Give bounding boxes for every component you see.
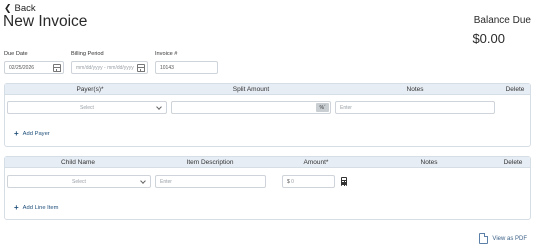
add-line-item-label: Add Line Item <box>22 204 59 211</box>
amount-input[interactable]: $ 0 <box>282 175 335 188</box>
item-description-input[interactable]: Enter <box>155 175 266 188</box>
view-as-pdf-link[interactable]: View as PDF <box>479 233 527 244</box>
percent-unit-label: % <box>319 104 324 111</box>
add-payer-button[interactable]: + Add Payer <box>14 129 50 138</box>
payer-select-placeholder: Select <box>80 104 94 111</box>
balance-due-value: $0.00 <box>472 31 505 46</box>
billing-period-label: Billing Period <box>71 51 104 57</box>
page-title: New Invoice <box>3 13 88 30</box>
column-header-child-name: Child Name <box>61 159 95 166</box>
chevron-down-icon <box>140 178 146 184</box>
plus-icon: + <box>14 129 19 138</box>
view-as-pdf-label: View as PDF <box>492 235 527 242</box>
document-icon <box>479 233 489 244</box>
column-header-amount: Amount* <box>303 159 329 166</box>
percent-unit-dropdown[interactable]: % ˇ <box>316 103 329 112</box>
plus-icon: + <box>14 203 19 212</box>
calculator-icon[interactable] <box>341 177 347 186</box>
column-header-delete: Delete <box>503 159 523 166</box>
add-line-item-button[interactable]: + Add Line Item <box>14 203 58 212</box>
line-items-table: Child Name Item Description Amount* Note… <box>4 156 531 220</box>
invoice-number-value: 10143 <box>160 64 174 71</box>
column-header-notes: Notes <box>406 86 424 93</box>
amount-value: 0 <box>291 178 294 185</box>
payers-table-header: Payer(s)* Split Amount Notes Delete <box>5 84 530 95</box>
calendar-icon[interactable] <box>53 64 61 72</box>
item-description-placeholder: Enter <box>160 178 172 185</box>
split-amount-input[interactable]: % ˇ <box>171 101 331 114</box>
balance-due-label: Balance Due <box>473 15 531 26</box>
due-date-field[interactable]: 02/25/2026 <box>4 61 64 74</box>
billing-period-placeholder: mm/dd/yyyy - mm/dd/yyyy <box>76 64 134 71</box>
billing-period-field[interactable]: mm/dd/yyyy - mm/dd/yyyy <box>71 61 148 74</box>
invoice-number-label: Invoice # <box>155 51 178 57</box>
column-header-delete: Delete <box>505 86 525 93</box>
payers-table: Payer(s)* Split Amount Notes Delete Sele… <box>4 83 531 147</box>
column-header-payers: Payer(s)* <box>76 86 104 93</box>
line-items-table-header: Child Name Item Description Amount* Note… <box>5 157 530 168</box>
child-name-select[interactable]: Select <box>7 175 151 188</box>
payer-select[interactable]: Select <box>7 101 167 114</box>
calendar-icon[interactable] <box>137 64 145 72</box>
column-header-item-description: Item Description <box>186 159 234 166</box>
payer-notes-placeholder: Enter <box>340 104 352 111</box>
column-header-split-amount: Split Amount <box>232 86 270 93</box>
due-date-value: 02/25/2026 <box>9 64 35 71</box>
column-header-notes: Notes <box>420 159 438 166</box>
chevron-down-icon <box>156 104 162 110</box>
invoice-number-field[interactable]: 10143 <box>155 61 218 74</box>
due-date-label: Due Date <box>4 51 28 57</box>
amount-prefix: $ <box>287 178 290 185</box>
payer-notes-input[interactable]: Enter <box>335 101 495 114</box>
child-name-placeholder: Select <box>72 178 86 185</box>
add-payer-label: Add Payer <box>22 130 50 137</box>
